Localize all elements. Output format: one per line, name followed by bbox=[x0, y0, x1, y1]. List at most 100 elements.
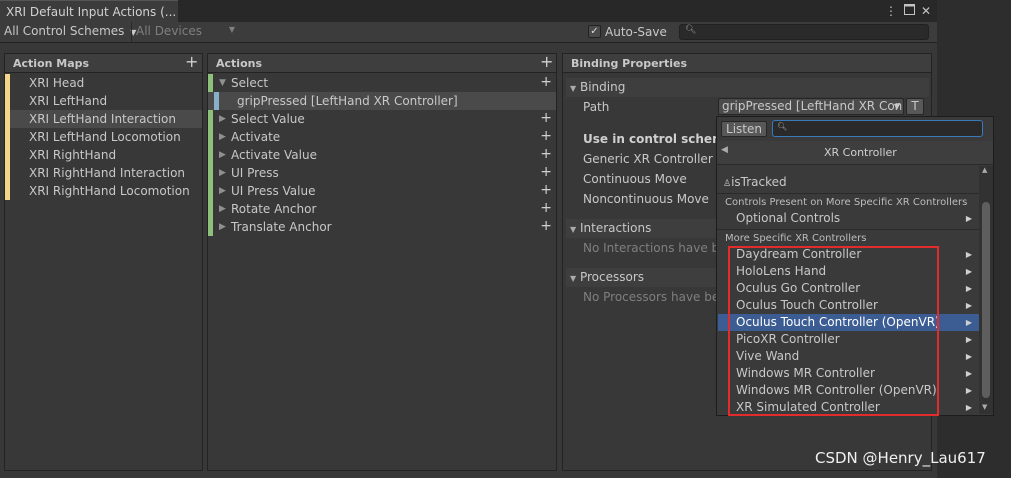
action-item[interactable]: ▶ Activate Value + bbox=[208, 146, 556, 164]
color-bar bbox=[208, 128, 213, 146]
scheme-continuous-move: Continuous Move bbox=[583, 172, 687, 186]
color-bar bbox=[5, 164, 10, 182]
toolbar-search-input[interactable]: 🔍︎ bbox=[679, 24, 929, 40]
scroll-up-icon[interactable]: ▲ bbox=[982, 166, 987, 174]
t-button[interactable]: T bbox=[906, 98, 924, 115]
triangle-right-icon[interactable]: ▶ bbox=[219, 164, 226, 182]
color-bar bbox=[208, 164, 213, 182]
chevron-right-icon: ▶ bbox=[965, 369, 972, 378]
binding-section-header[interactable]: ▼ Binding bbox=[566, 78, 929, 97]
auto-save-checkbox[interactable]: ✓ bbox=[588, 25, 601, 38]
more-specific-header: More Specific XR Controllers bbox=[725, 233, 867, 244]
binding-section-title: Binding bbox=[579, 80, 626, 94]
chevron-right-icon: ▶ bbox=[965, 318, 972, 327]
action-item[interactable]: ▼ Select + bbox=[208, 74, 556, 92]
color-bar bbox=[208, 182, 213, 200]
add-binding-button[interactable]: + bbox=[540, 163, 552, 181]
action-map-item[interactable]: XRI LeftHand Locomotion bbox=[5, 128, 202, 146]
chevron-down-icon: ▼ bbox=[893, 102, 900, 111]
scheme-noncontinuous-move: Noncontinuous Move bbox=[583, 192, 709, 206]
binding-properties-header: Binding Properties bbox=[563, 54, 931, 73]
triangle-right-icon[interactable]: ▶ bbox=[219, 146, 226, 164]
action-item[interactable]: ▶ Select Value + bbox=[208, 110, 556, 128]
triangle-right-icon[interactable]: ▶ bbox=[219, 218, 226, 236]
devices-label: All Devices bbox=[136, 24, 202, 38]
path-dropdown[interactable]: gripPressed [LeftHand XR Con ▼ bbox=[718, 98, 904, 115]
action-item[interactable]: ▶ UI Press + bbox=[208, 164, 556, 182]
action-label: Select Value bbox=[231, 112, 305, 126]
optional-controls-item[interactable]: Optional Controls ▶ bbox=[718, 210, 980, 227]
actions-panel: Actions + ▼ Select + gripPressed [LeftHand … bbox=[207, 52, 557, 471]
action-label: Activate bbox=[231, 130, 281, 144]
add-action-map-button[interactable]: + bbox=[185, 52, 198, 71]
add-binding-button[interactable]: + bbox=[540, 145, 552, 163]
action-map-label: XRI LeftHand Locomotion bbox=[29, 130, 181, 144]
add-binding-button[interactable]: + bbox=[540, 109, 552, 127]
window-tab[interactable]: XRI Default Input Actions (... bbox=[0, 0, 178, 22]
no-interactions-text: No Interactions have bee bbox=[583, 241, 734, 255]
action-item[interactable]: ▶ UI Press Value + bbox=[208, 182, 556, 200]
color-bar bbox=[5, 182, 10, 200]
chevron-right-icon: ▶ bbox=[965, 301, 972, 310]
action-maps-title: Action Maps bbox=[13, 57, 90, 70]
action-map-item[interactable]: XRI LeftHand Interaction bbox=[5, 110, 202, 128]
triangle-right-icon[interactable]: ▶ bbox=[219, 128, 226, 146]
triangle-right-icon[interactable]: ▶ bbox=[219, 182, 226, 200]
chevron-right-icon: ▶ bbox=[965, 403, 972, 412]
add-binding-button[interactable]: + bbox=[540, 73, 552, 91]
triangle-down-icon: ▼ bbox=[570, 225, 577, 234]
action-map-item[interactable]: XRI RightHand Locomotion bbox=[5, 182, 202, 200]
add-binding-button[interactable]: + bbox=[540, 181, 552, 199]
color-bar bbox=[214, 92, 219, 110]
action-map-item[interactable]: XRI LeftHand bbox=[5, 92, 202, 110]
triangle-down-icon[interactable]: ▼ bbox=[219, 74, 226, 92]
specific-controls-header: Controls Present on More Specific XR Con… bbox=[725, 197, 968, 208]
chevron-right-icon: ▶ bbox=[965, 335, 972, 344]
triangle-down-icon: ▼ bbox=[570, 274, 577, 283]
add-binding-button[interactable]: + bbox=[540, 127, 552, 145]
is-tracked-item[interactable]: ♙isTracked bbox=[718, 174, 980, 191]
action-item[interactable]: ▶ Rotate Anchor + bbox=[208, 200, 556, 218]
maximize-icon[interactable] bbox=[902, 3, 916, 19]
popup-search-input[interactable]: 🔍︎ bbox=[772, 120, 983, 137]
search-icon: 🔍︎ bbox=[685, 25, 697, 35]
triangle-right-icon[interactable]: ▶ bbox=[219, 200, 226, 218]
back-arrow-icon[interactable]: ◀ bbox=[721, 145, 728, 155]
processors-section-title: Processors bbox=[579, 270, 645, 284]
action-label: Translate Anchor bbox=[231, 220, 332, 234]
scroll-down-icon[interactable]: ▼ bbox=[982, 403, 987, 411]
person-icon: ♙ bbox=[723, 179, 732, 189]
interactions-section-title: Interactions bbox=[579, 221, 652, 235]
binding-item[interactable]: gripPressed [LeftHand XR Controller] bbox=[208, 92, 556, 110]
scrollbar-thumb[interactable] bbox=[982, 202, 990, 398]
color-bar bbox=[5, 92, 10, 110]
popup-scrollbar[interactable]: ▲ ▼ bbox=[979, 166, 993, 414]
action-map-label: XRI RightHand Locomotion bbox=[29, 184, 190, 198]
action-map-item[interactable]: XRI Head bbox=[5, 74, 202, 92]
add-binding-button[interactable]: + bbox=[540, 217, 552, 235]
action-map-item[interactable]: XRI RightHand bbox=[5, 146, 202, 164]
listen-button[interactable]: Listen bbox=[721, 121, 767, 137]
add-binding-button[interactable]: + bbox=[540, 199, 552, 217]
chevron-down-icon: ▼ bbox=[228, 25, 235, 34]
is-tracked-label: isTracked bbox=[731, 175, 787, 189]
color-bar bbox=[208, 200, 213, 218]
kebab-menu-icon[interactable]: ⋮ bbox=[884, 3, 898, 19]
color-bar bbox=[5, 128, 10, 146]
action-label: Rotate Anchor bbox=[231, 202, 317, 216]
add-action-button[interactable]: + bbox=[540, 52, 553, 71]
action-map-label: XRI Head bbox=[29, 76, 85, 90]
close-icon[interactable]: ✕ bbox=[919, 3, 933, 19]
search-icon: 🔍︎ bbox=[777, 122, 788, 131]
control-schemes-dropdown[interactable]: All Control Schemes ▼ bbox=[0, 22, 136, 42]
action-map-item[interactable]: XRI RightHand Interaction bbox=[5, 164, 202, 182]
triangle-right-icon[interactable]: ▶ bbox=[219, 110, 226, 128]
chevron-right-icon: ▶ bbox=[965, 352, 972, 361]
action-item[interactable]: ▶ Activate + bbox=[208, 128, 556, 146]
binding-properties-title: Binding Properties bbox=[571, 57, 688, 70]
color-bar bbox=[5, 110, 10, 128]
chevron-right-icon: ▶ bbox=[965, 214, 972, 223]
action-item[interactable]: ▶ Translate Anchor + bbox=[208, 218, 556, 236]
devices-dropdown[interactable]: All Devices ▼ bbox=[131, 22, 239, 42]
control-schemes-label: All Control Schemes bbox=[4, 24, 125, 38]
